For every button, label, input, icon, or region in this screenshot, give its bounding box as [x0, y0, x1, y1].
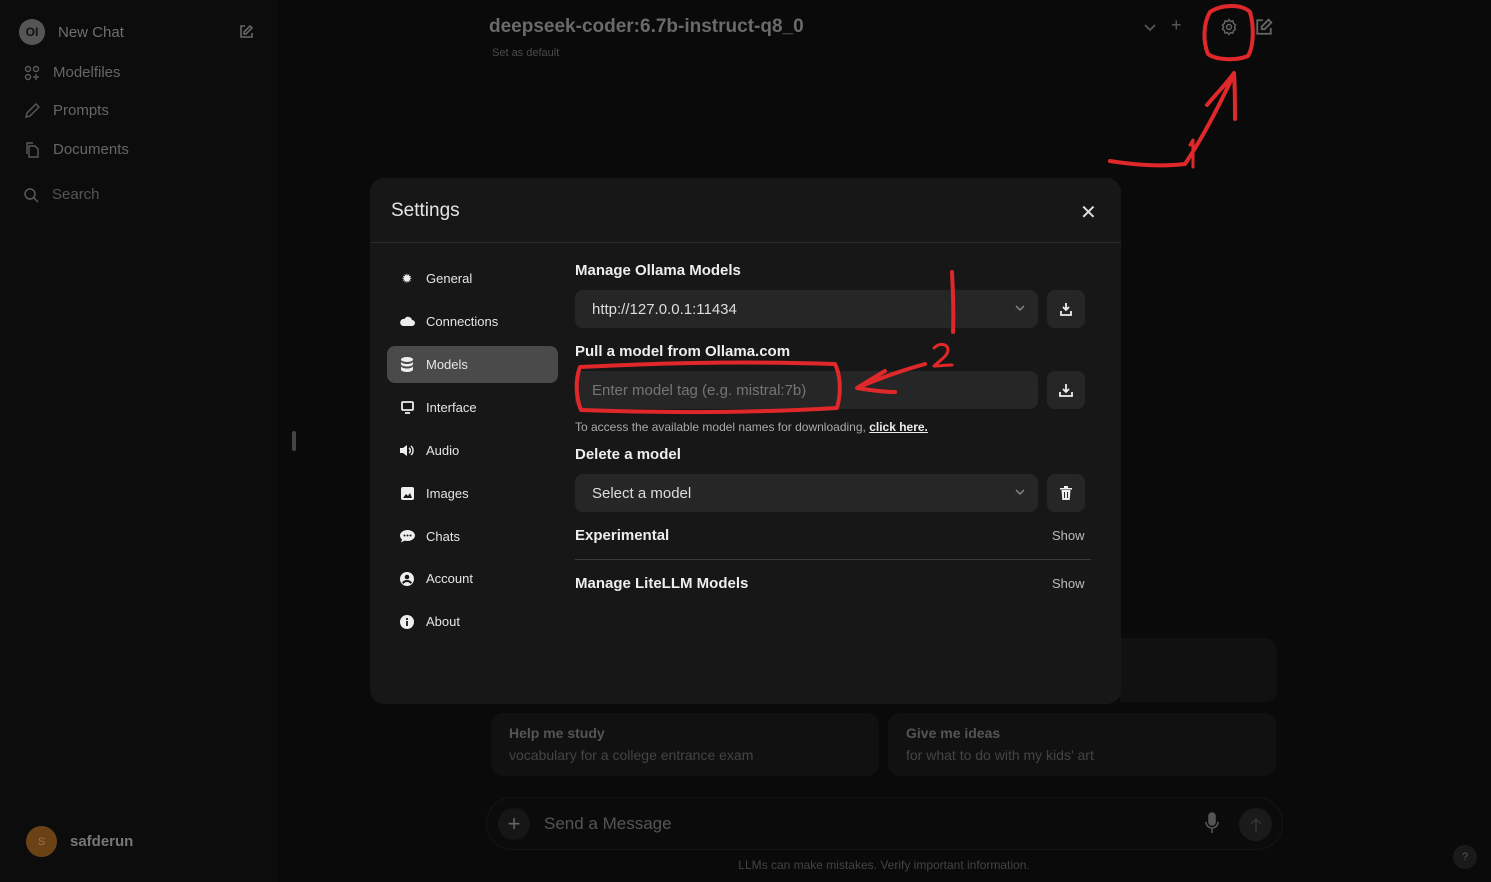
cloud-icon [399, 316, 415, 327]
speaker-icon [399, 444, 415, 457]
tab-interface[interactable]: Interface [387, 389, 558, 426]
gear-icon[interactable] [1220, 18, 1238, 41]
manage-ollama-heading: Manage Ollama Models [575, 262, 741, 279]
sidebar-item-modelfiles[interactable]: Modelfiles [23, 64, 121, 81]
pull-model-button[interactable] [1047, 371, 1085, 409]
search-label: Search [52, 186, 100, 203]
tab-label: Account [426, 571, 473, 586]
image-icon [399, 487, 415, 500]
tab-label: About [426, 614, 460, 629]
suggestion-card[interactable]: Give me ideas for what to do with my kids… [888, 713, 1276, 776]
monitor-icon [399, 401, 415, 414]
tab-label: Models [426, 357, 468, 372]
tab-connections[interactable]: Connections [387, 303, 558, 340]
documents-icon [23, 141, 41, 158]
ollama-url-select[interactable]: http://127.0.0.1:11434 [575, 290, 1038, 328]
new-chat-row[interactable]: OI New Chat [19, 19, 254, 45]
user-circle-icon [399, 571, 415, 586]
model-names-note: To access the available model names for … [575, 420, 928, 434]
update-models-button[interactable] [1047, 290, 1085, 328]
delete-model-heading: Delete a model [575, 446, 681, 463]
sidebar-item-prompts[interactable]: Prompts [23, 102, 109, 119]
suggestion-card-hidden [1120, 638, 1277, 702]
tab-images[interactable]: Images [387, 475, 558, 512]
modelfiles-icon [23, 65, 41, 81]
close-icon[interactable]: ✕ [1080, 200, 1097, 225]
divider [370, 242, 1121, 243]
pencil-icon [23, 102, 41, 119]
info-icon [399, 614, 415, 629]
modal-title: Settings [391, 200, 460, 221]
tab-label: Chats [426, 529, 460, 544]
chat-bubble-icon [399, 530, 415, 543]
sidebar-item-documents[interactable]: Documents [23, 141, 129, 158]
avatar: S [26, 826, 57, 857]
tab-account[interactable]: Account [387, 560, 558, 597]
tab-label: General [426, 271, 473, 286]
sidebar-resize-handle[interactable] [292, 431, 296, 451]
tab-label: Interface [426, 400, 477, 415]
tab-about[interactable]: About [387, 603, 558, 640]
chevron-down-icon[interactable] [1143, 18, 1157, 39]
tab-label: Audio [426, 443, 460, 458]
model-tag-input[interactable] [575, 371, 1038, 409]
litellm-show-toggle[interactable]: Show [1052, 576, 1085, 591]
suggestion-subtitle: for what to do with my kids' art [906, 747, 1094, 763]
experimental-heading: Experimental [575, 527, 670, 544]
help-button[interactable]: ? [1453, 845, 1477, 869]
add-model-icon[interactable]: + [1171, 15, 1182, 36]
tab-label: Images [426, 486, 469, 501]
settings-modal: Settings ✕ ✹ General Connections Models I… [370, 178, 1121, 704]
tab-label: Connections [426, 314, 499, 329]
suggestion-subtitle: vocabulary for a college entrance exam [509, 747, 754, 763]
user-menu[interactable]: S safderun [26, 826, 133, 857]
sidebar-item-label: Modelfiles [53, 64, 121, 81]
note-text: To access the available model names for … [575, 420, 866, 434]
tab-models[interactable]: Models [387, 346, 558, 383]
sidebar-item-label: Documents [53, 141, 129, 158]
new-chat-icon[interactable] [1255, 18, 1273, 41]
user-name: safderun [70, 833, 134, 850]
tab-chats[interactable]: Chats [387, 518, 558, 555]
experimental-show-toggle[interactable]: Show [1052, 528, 1085, 543]
database-icon [399, 357, 415, 372]
app-logo: OI [19, 19, 45, 45]
chevron-down-icon [1014, 485, 1026, 502]
tab-general[interactable]: ✹ General [387, 260, 558, 297]
gear-icon: ✹ [401, 270, 413, 286]
digit-1-mark [1188, 138, 1195, 169]
ollama-url-value: http://127.0.0.1:11434 [592, 300, 737, 318]
delete-select-value: Select a model [592, 484, 692, 502]
new-chat-label[interactable]: New Chat [58, 24, 238, 41]
send-button[interactable] [1239, 808, 1272, 841]
arrow-step1 [1108, 71, 1237, 168]
divider [575, 559, 1091, 560]
set-default-link[interactable]: Set as default [492, 47, 559, 59]
suggestion-title: Give me ideas [906, 725, 1001, 741]
microphone-icon[interactable] [1205, 812, 1219, 839]
search-button[interactable]: Search [22, 186, 100, 203]
delete-model-select[interactable]: Select a model [575, 474, 1038, 512]
model-selector[interactable]: deepseek-coder:6.7b-instruct-q8_0 [489, 16, 804, 38]
litellm-heading: Manage LiteLLM Models [575, 575, 749, 592]
attach-button[interactable]: + [498, 808, 530, 840]
chevron-down-icon [1014, 301, 1026, 318]
suggestion-card[interactable]: Help me study vocabulary for a college en… [491, 713, 879, 776]
tab-audio[interactable]: Audio [387, 432, 558, 469]
message-composer: + Send a Message [486, 797, 1283, 850]
message-input[interactable]: Send a Message [544, 814, 672, 834]
sidebar: OI New Chat Modelfiles Prompts Documents… [0, 0, 278, 882]
edit-icon[interactable] [238, 24, 254, 40]
disclaimer: LLMs can make mistakes. Verify important… [738, 858, 1030, 872]
suggestion-title: Help me study [509, 725, 605, 741]
delete-model-button[interactable] [1047, 474, 1085, 512]
sidebar-item-label: Prompts [53, 102, 109, 119]
search-icon [22, 187, 40, 203]
pull-model-heading: Pull a model from Ollama.com [575, 343, 791, 360]
click-here-link[interactable]: click here. [869, 420, 928, 434]
